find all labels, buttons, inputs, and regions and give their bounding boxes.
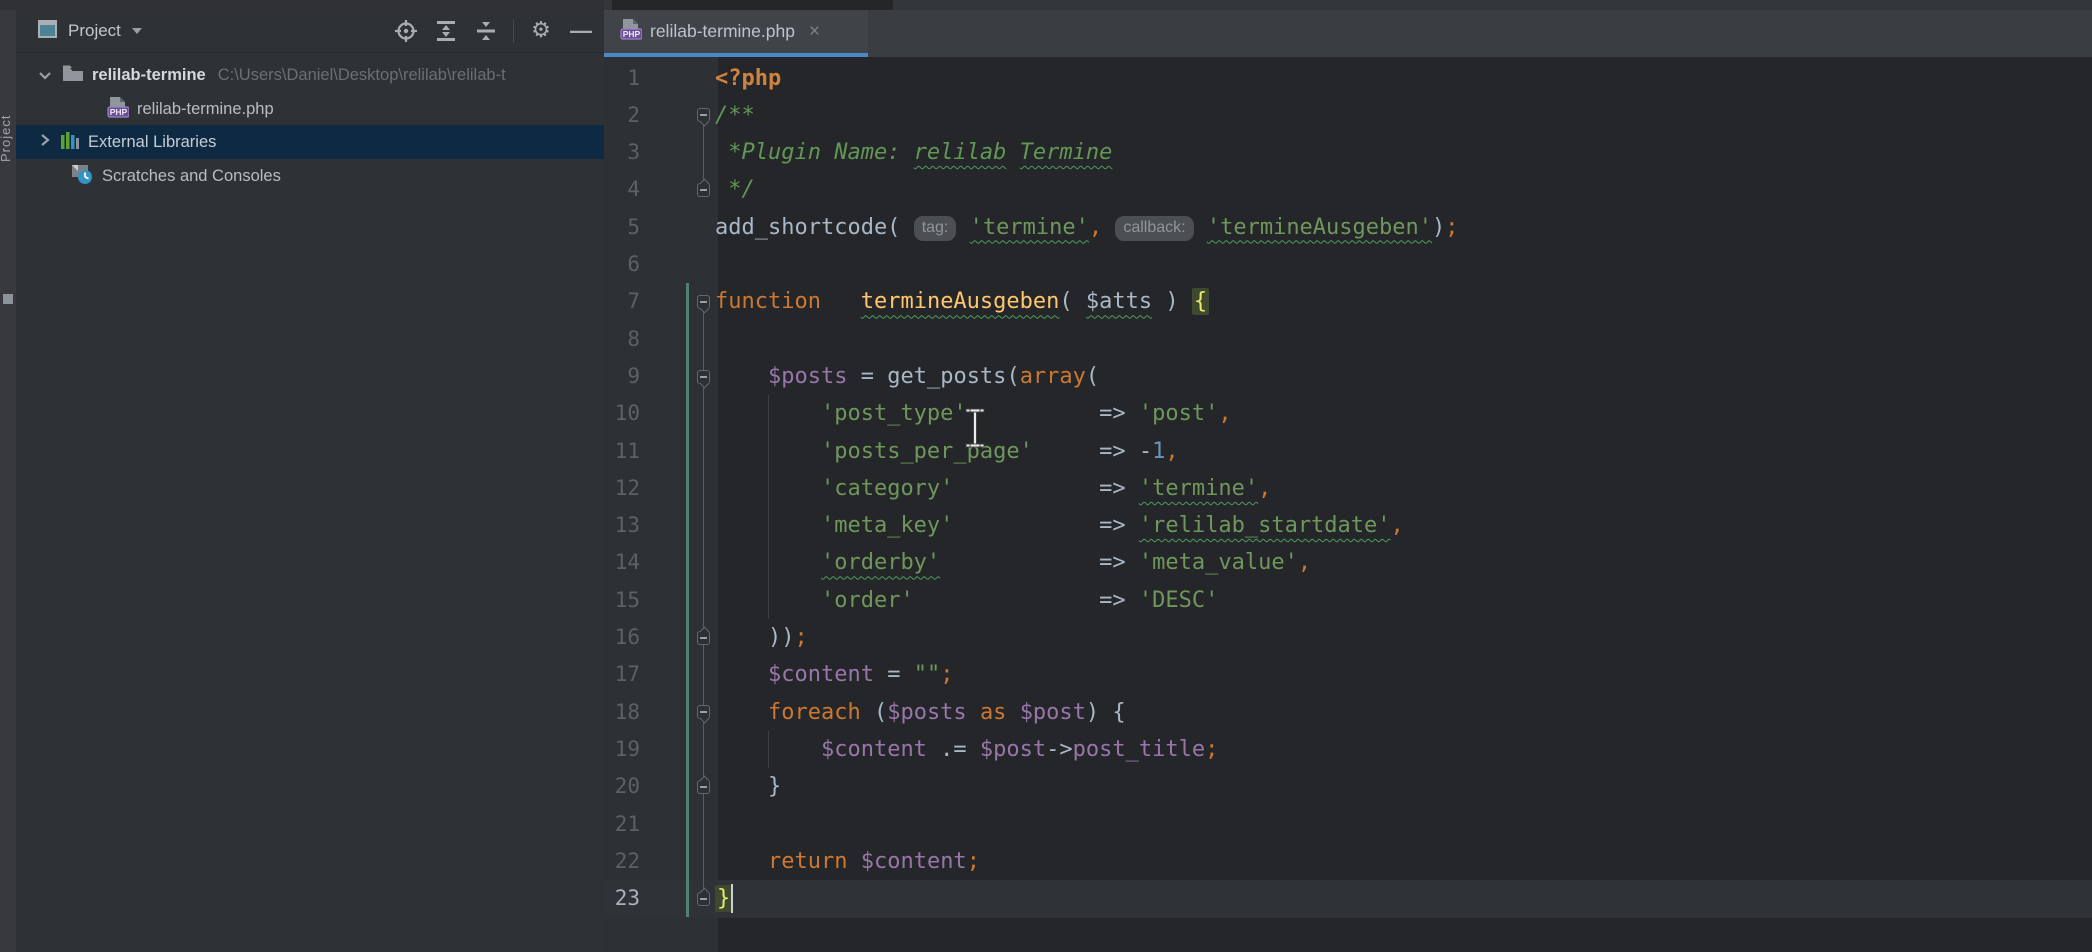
line-number[interactable]: 19 bbox=[586, 731, 640, 768]
chevron-down-icon[interactable] bbox=[38, 66, 52, 85]
code-line[interactable]: 'meta_key' => 'relilab_startdate', bbox=[715, 507, 1404, 544]
line-number[interactable]: 20 bbox=[586, 768, 640, 805]
php-file-icon: PHP bbox=[618, 17, 642, 46]
line-number[interactable]: 17 bbox=[586, 656, 640, 693]
project-root-path: C:\Users\Daniel\Desktop\relilab\relilab-… bbox=[218, 66, 506, 85]
external-libraries-label: External Libraries bbox=[88, 133, 216, 152]
tree-item-scratches[interactable]: Scratches and Consoles bbox=[16, 159, 658, 193]
code-line[interactable]: } bbox=[715, 880, 732, 917]
scratches-label: Scratches and Consoles bbox=[102, 167, 281, 186]
tool-window-stripe: Project bbox=[0, 10, 17, 952]
line-number[interactable]: 15 bbox=[586, 582, 640, 619]
window-top-strip-left bbox=[0, 0, 604, 10]
line-number[interactable]: 14 bbox=[586, 544, 640, 581]
tree-item-external-libraries[interactable]: External Libraries bbox=[16, 125, 628, 159]
text-caret bbox=[731, 884, 733, 913]
tab-relilab-termine[interactable]: PHP relilab-termine.php × bbox=[604, 10, 868, 53]
window-top-strip-segment bbox=[612, 0, 893, 10]
code-line[interactable]: return $content; bbox=[715, 843, 980, 880]
line-number[interactable]: 23 bbox=[586, 880, 640, 917]
line-number[interactable]: 2 bbox=[586, 97, 640, 134]
line-number[interactable]: 13 bbox=[586, 507, 640, 544]
locate-file-icon[interactable] bbox=[393, 18, 419, 44]
svg-text:PHP: PHP bbox=[110, 107, 128, 117]
code-line[interactable]: /** bbox=[715, 97, 755, 134]
fold-marker[interactable] bbox=[697, 370, 710, 384]
code-line[interactable]: 'category' => 'termine', bbox=[715, 470, 1271, 507]
mouse-ibeam-cursor bbox=[962, 406, 988, 455]
code-line[interactable]: $posts = get_posts(array( bbox=[715, 358, 1099, 395]
line-number[interactable]: 10 bbox=[586, 395, 640, 432]
code-line[interactable]: */ bbox=[715, 171, 755, 208]
line-number[interactable]: 3 bbox=[586, 134, 640, 171]
indent-guide bbox=[768, 395, 769, 619]
collapse-all-icon[interactable] bbox=[473, 18, 499, 44]
indent-guide bbox=[768, 731, 769, 768]
tree-item-project-root[interactable]: relilab-termine C:\Users\Daniel\Desktop\… bbox=[16, 58, 626, 92]
php-file-icon: PHP bbox=[105, 95, 129, 124]
svg-text:PHP: PHP bbox=[623, 29, 641, 39]
code-line[interactable]: 'orderby' => 'meta_value', bbox=[715, 544, 1311, 581]
fold-marker[interactable] bbox=[697, 183, 710, 197]
code-line[interactable]: *Plugin Name: relilab Termine bbox=[715, 134, 1112, 171]
code-line[interactable]: 'order' => 'DESC' bbox=[715, 582, 1218, 619]
hide-panel-icon[interactable]: — bbox=[568, 18, 594, 44]
line-number[interactable]: 1 bbox=[586, 60, 640, 97]
chevron-down-icon[interactable] bbox=[131, 22, 143, 40]
code-line[interactable]: $content .= $post->post_title; bbox=[715, 731, 1218, 768]
code-line[interactable]: add_shortcode( tag: 'termine', callback:… bbox=[715, 209, 1459, 246]
tool-window-icon bbox=[38, 19, 58, 44]
fold-marker[interactable] bbox=[697, 705, 710, 719]
code-line[interactable]: 'posts_per_page' => -1, bbox=[715, 433, 1179, 470]
fold-connector-line bbox=[703, 123, 704, 182]
line-number[interactable]: 21 bbox=[586, 806, 640, 843]
scratches-icon bbox=[70, 163, 94, 190]
fold-marker[interactable] bbox=[697, 295, 710, 309]
line-number[interactable]: 4 bbox=[586, 171, 640, 208]
folder-icon bbox=[62, 64, 84, 87]
fold-connector-line bbox=[703, 310, 704, 891]
line-number[interactable]: 6 bbox=[586, 246, 640, 283]
project-root-name: relilab-termine bbox=[92, 66, 206, 85]
ide-window: Project Project ⚙ — bbox=[0, 0, 2092, 952]
line-number[interactable]: 7 bbox=[586, 283, 640, 320]
code-line[interactable]: } bbox=[715, 768, 781, 805]
code-line[interactable]: function termineAusgeben( $atts ) { bbox=[715, 283, 1209, 320]
line-number[interactable]: 11 bbox=[586, 433, 640, 470]
fold-marker[interactable] bbox=[697, 780, 710, 794]
chevron-right-icon[interactable] bbox=[40, 133, 50, 152]
fold-marker[interactable] bbox=[697, 892, 710, 906]
current-line-highlight bbox=[604, 880, 2092, 918]
line-number[interactable]: 12 bbox=[586, 470, 640, 507]
code-line[interactable]: )); bbox=[715, 619, 808, 656]
php-file-name: relilab-termine.php bbox=[137, 100, 274, 119]
close-icon[interactable]: × bbox=[809, 21, 820, 43]
line-number[interactable]: 5 bbox=[586, 209, 640, 246]
vcs-change-marker bbox=[686, 283, 689, 917]
libraries-icon bbox=[60, 131, 80, 154]
line-number[interactable]: 16 bbox=[586, 619, 640, 656]
fold-marker[interactable] bbox=[697, 631, 710, 645]
line-number[interactable]: 18 bbox=[586, 694, 640, 731]
fold-marker[interactable] bbox=[697, 108, 710, 122]
project-panel-header: Project ⚙ — bbox=[16, 10, 604, 53]
panel-title[interactable]: Project bbox=[68, 21, 121, 41]
line-number[interactable]: 8 bbox=[586, 321, 640, 358]
line-number[interactable]: 22 bbox=[586, 843, 640, 880]
code-line[interactable]: <?php bbox=[715, 60, 781, 97]
code-line[interactable]: $content = ""; bbox=[715, 656, 953, 693]
line-number[interactable]: 9 bbox=[586, 358, 640, 395]
expand-all-icon[interactable] bbox=[433, 18, 459, 44]
tab-label: relilab-termine.php bbox=[650, 21, 795, 42]
gear-icon[interactable]: ⚙ bbox=[528, 18, 554, 44]
toolbar-divider bbox=[513, 19, 514, 43]
code-line[interactable]: foreach ($posts as $post) { bbox=[715, 694, 1126, 731]
stripe-square-icon bbox=[3, 294, 13, 304]
